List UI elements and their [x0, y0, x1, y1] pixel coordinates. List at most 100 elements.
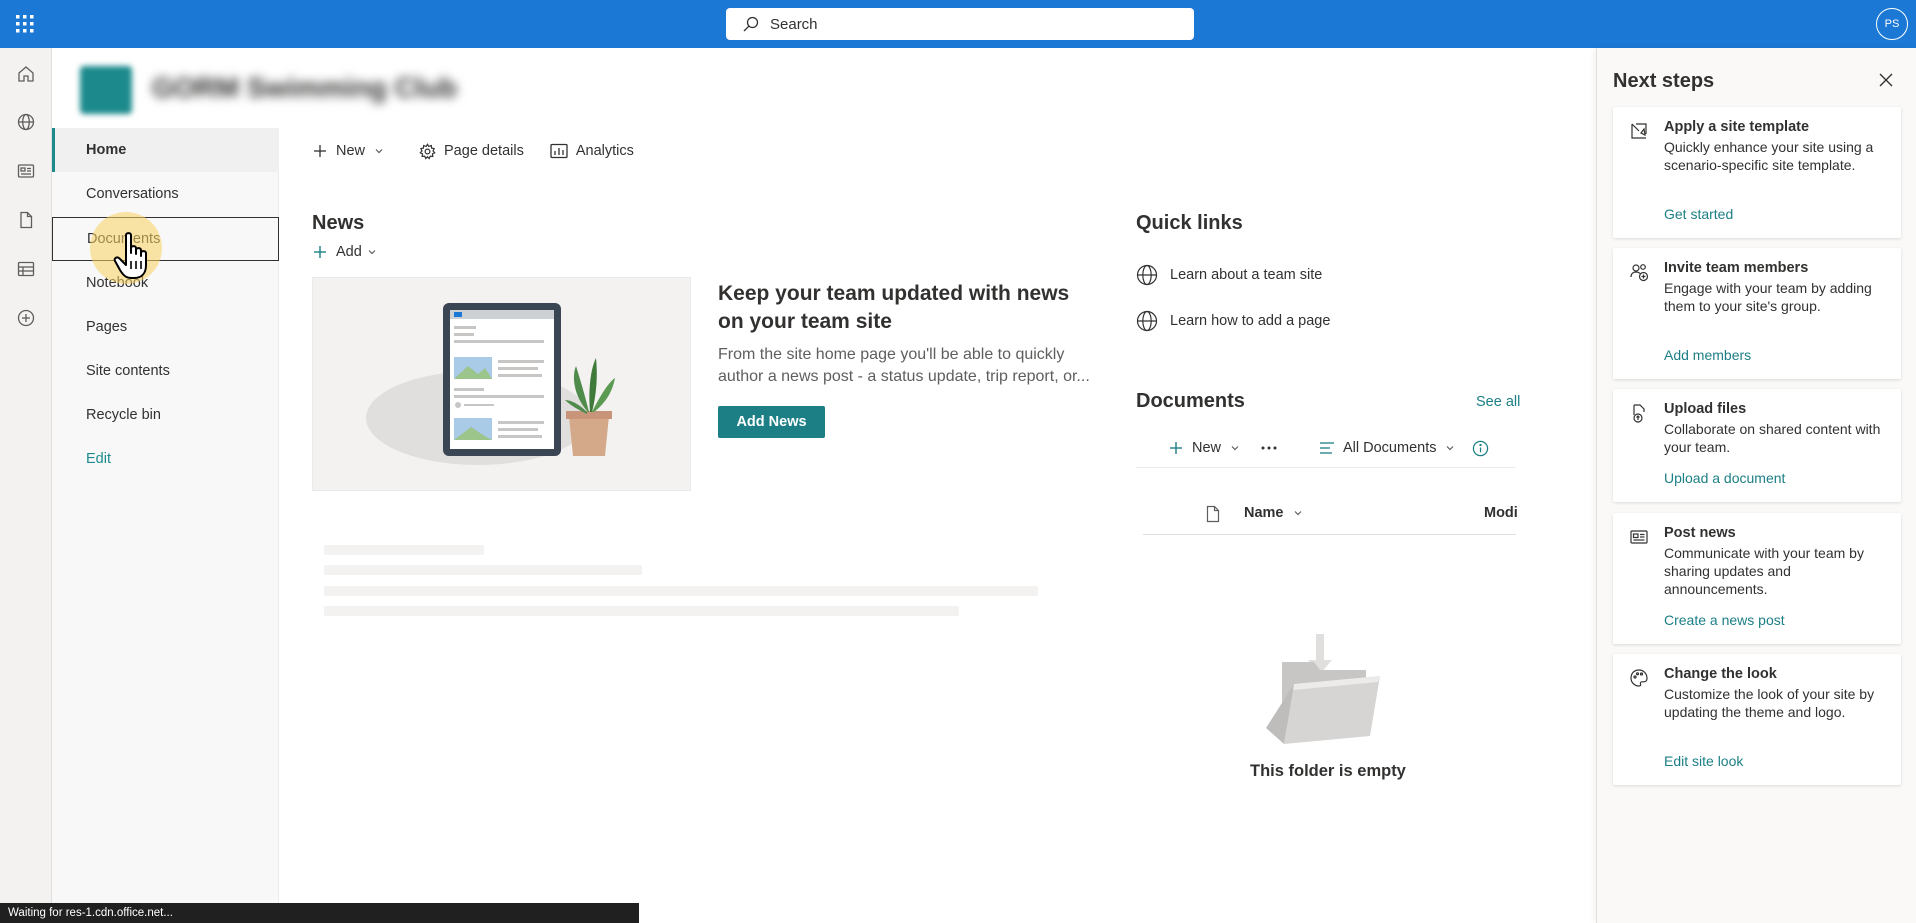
- modified-column-label: Modi: [1484, 505, 1518, 521]
- file-icon[interactable]: [16, 210, 36, 230]
- search-icon: [743, 16, 759, 32]
- empty-folder-message: This folder is empty: [1250, 762, 1406, 780]
- chevron-down-icon: [1231, 446, 1239, 451]
- card-description: Engage with your team by adding them to …: [1664, 280, 1872, 314]
- next-steps-panel: Next steps Apply a site template Quickly…: [1596, 48, 1916, 923]
- site-title[interactable]: GORM Swimming Club: [152, 72, 457, 104]
- next-steps-title: Next steps: [1613, 70, 1715, 92]
- plus-icon: [314, 246, 326, 258]
- plus-icon: [314, 145, 326, 157]
- chevron-down-icon: [368, 250, 376, 255]
- nav-item-home[interactable]: Home: [52, 128, 279, 172]
- create-news-post-link[interactable]: Create a news post: [1664, 612, 1785, 628]
- news-description: From the site home page you'll be able t…: [718, 346, 1090, 385]
- next-step-card[interactable]: Invite team members Engage with your tea…: [1613, 248, 1901, 379]
- nav-item-documents[interactable]: Documents: [52, 217, 279, 261]
- modified-column-header[interactable]: Modi: [1484, 505, 1518, 521]
- nav-item-conversations[interactable]: Conversations: [52, 172, 279, 216]
- quick-link-item[interactable]: Learn about a team site: [1136, 264, 1322, 286]
- news-icon: [1630, 530, 1648, 544]
- search-placeholder: Search: [770, 15, 818, 33]
- documents-heading: Documents: [1136, 390, 1245, 412]
- site-logo[interactable]: [80, 66, 132, 114]
- nav-item-notebook[interactable]: Notebook: [52, 261, 279, 305]
- card-description: Customize the look of your site by updat…: [1664, 686, 1875, 720]
- file-icon: [1206, 505, 1220, 523]
- documents-column-header: Name Modi: [1143, 497, 1518, 535]
- app-launcher-icon[interactable]: [14, 13, 36, 35]
- view-list-icon: [1320, 442, 1334, 454]
- news-feed-icon[interactable]: [16, 161, 36, 181]
- hand-cursor-icon: [113, 232, 147, 279]
- nav-item-recycle-bin[interactable]: Recycle bin: [52, 393, 279, 437]
- documents-new-button[interactable]: New: [1168, 440, 1241, 456]
- avatar[interactable]: PS: [1876, 8, 1908, 40]
- close-icon[interactable]: [1878, 72, 1894, 88]
- next-step-card[interactable]: Post news Communicate with your team by …: [1613, 513, 1901, 644]
- edit-site-look-link[interactable]: Edit site look: [1664, 753, 1743, 769]
- card-title: Upload files: [1664, 401, 1747, 417]
- create-icon[interactable]: [16, 308, 36, 328]
- suite-bar: Search PS: [0, 0, 1916, 48]
- file-type-column[interactable]: [1205, 505, 1221, 523]
- app-rail: [0, 48, 52, 923]
- add-news-button[interactable]: Add News: [718, 406, 825, 438]
- news-add-label: Add: [336, 244, 362, 260]
- documents-new-label: New: [1192, 440, 1222, 456]
- see-all-link[interactable]: See all: [1476, 394, 1520, 410]
- next-step-card[interactable]: Apply a site template Quickly enhance yo…: [1613, 107, 1901, 238]
- documents-command-bar: New All Documents: [1136, 430, 1516, 468]
- lists-icon[interactable]: [16, 259, 36, 279]
- next-step-card[interactable]: Upload files Collaborate on shared conte…: [1613, 389, 1901, 502]
- search-box[interactable]: Search: [726, 8, 1194, 40]
- card-description: Communicate with your team by sharing up…: [1664, 545, 1864, 597]
- card-title: Change the look: [1664, 666, 1777, 682]
- loading-skeleton: [324, 606, 959, 616]
- card-description: Collaborate on shared content with your …: [1664, 421, 1881, 455]
- new-button[interactable]: New: [312, 143, 393, 159]
- loading-skeleton: [324, 545, 484, 555]
- upload-file-icon: [1633, 404, 1645, 423]
- nav-item-pages[interactable]: Pages: [52, 305, 279, 349]
- quick-link-label: Learn how to add a page: [1170, 313, 1331, 329]
- page-details-button[interactable]: Page details: [419, 142, 524, 160]
- get-started-link[interactable]: Get started: [1664, 206, 1733, 222]
- name-column-header[interactable]: Name: [1244, 505, 1304, 521]
- page-command-bar: New Page details Analytics: [312, 138, 660, 164]
- view-label: All Documents: [1343, 440, 1437, 456]
- quick-link-label: Learn about a team site: [1170, 267, 1323, 283]
- new-label: New: [336, 143, 366, 159]
- card-description: Quickly enhance your site using a scenar…: [1664, 139, 1874, 173]
- card-title: Post news: [1664, 525, 1736, 541]
- nav-item-site-contents[interactable]: Site contents: [52, 349, 279, 393]
- info-icon: [1472, 440, 1489, 457]
- view-selector[interactable]: All Documents: [1319, 440, 1456, 456]
- analytics-label: Analytics: [575, 143, 634, 159]
- loading-skeleton: [324, 565, 642, 575]
- home-icon[interactable]: [16, 64, 36, 84]
- quick-link-item[interactable]: Learn how to add a page: [1136, 310, 1330, 332]
- info-button[interactable]: [1472, 440, 1489, 457]
- analytics-button[interactable]: Analytics: [550, 143, 634, 159]
- globe-icon: [1136, 264, 1158, 286]
- browser-status-bar: Waiting for res-1.cdn.office.net...: [0, 903, 639, 923]
- site-navigation: Home Conversations Documents Notebook Pa…: [52, 128, 279, 923]
- quick-links-heading: Quick links: [1136, 212, 1243, 234]
- news-heading: News: [312, 212, 365, 234]
- page-details-label: Page details: [444, 143, 524, 159]
- plus-icon: [1170, 442, 1182, 454]
- card-title: Apply a site template: [1664, 119, 1810, 135]
- palette-icon: [1630, 669, 1648, 687]
- empty-folder-icon: [1266, 634, 1380, 744]
- template-icon: [1631, 123, 1647, 139]
- chevron-down-icon: [1294, 511, 1301, 516]
- nav-edit-link[interactable]: Edit: [52, 437, 279, 481]
- loading-skeleton: [324, 586, 1038, 596]
- upload-document-link[interactable]: Upload a document: [1664, 470, 1785, 486]
- more-icon: [1261, 446, 1277, 450]
- news-add-button[interactable]: Add: [312, 244, 378, 260]
- add-members-link[interactable]: Add members: [1664, 347, 1751, 363]
- globe-icon[interactable]: [16, 112, 36, 132]
- more-options-button[interactable]: [1260, 440, 1278, 456]
- next-step-card[interactable]: Change the look Customize the look of yo…: [1613, 654, 1901, 785]
